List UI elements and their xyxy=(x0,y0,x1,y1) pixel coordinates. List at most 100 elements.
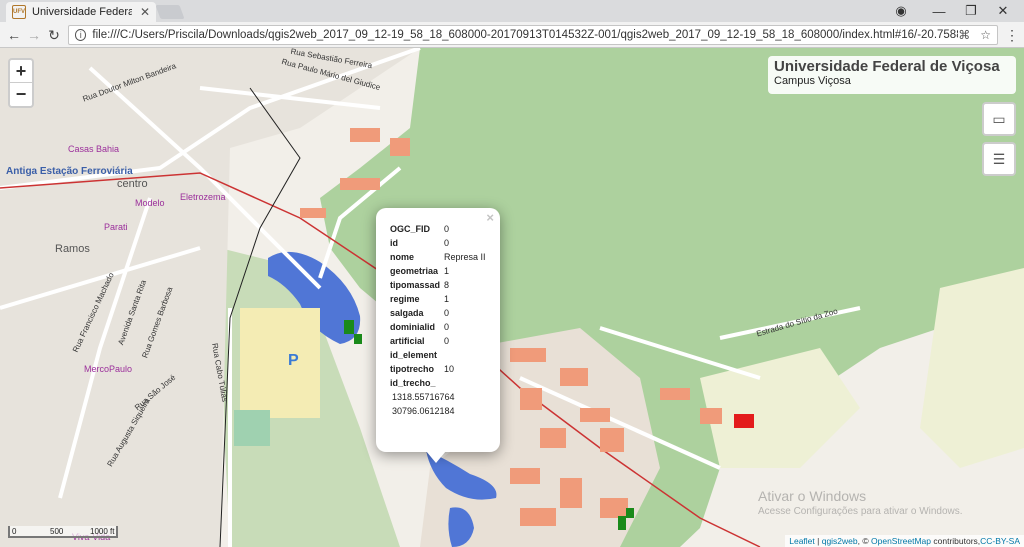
back-arrow-icon[interactable]: ← xyxy=(4,25,24,45)
attr-key: id xyxy=(390,238,398,248)
attr-value: 8 xyxy=(444,280,450,290)
account-icon[interactable]: ◉ xyxy=(886,0,916,22)
attr-key: geometriaa xyxy=(390,266,439,276)
parking-area xyxy=(240,308,320,418)
leaflet-link[interactable]: Leaflet xyxy=(789,536,815,546)
attribution-contributors: contributors, xyxy=(931,536,981,546)
table-row: id_element xyxy=(390,348,486,362)
table-row: salgada 0 xyxy=(390,306,486,320)
map-tiles xyxy=(0,48,1024,547)
label-centro: centro xyxy=(117,178,148,190)
attr-value: 1 xyxy=(444,266,450,276)
attr-key: tipomassad xyxy=(390,280,441,290)
attribution-copyright: , © xyxy=(857,536,871,546)
layers-icon[interactable]: ☰ xyxy=(982,142,1016,176)
license-link[interactable]: CC-BY-SA xyxy=(980,536,1020,546)
attr-key: nome xyxy=(390,252,415,262)
map-title-box: Universidade Federal de Viçosa Campus Vi… xyxy=(768,56,1016,94)
red-building xyxy=(734,414,754,428)
tab-title: Universidade Federal de Viçosa xyxy=(32,6,132,18)
table-row: id_trecho_ xyxy=(390,376,486,390)
label-eletrozema: Eletrozema xyxy=(180,192,226,202)
tennis-court xyxy=(234,410,270,446)
table-row: regime 1 xyxy=(390,292,486,306)
label-estacao: Antiga Estação Ferroviária xyxy=(6,166,133,177)
attr-key: regime xyxy=(390,294,420,304)
attr-value: 10 xyxy=(444,364,455,374)
attr-value: 0 xyxy=(444,238,450,248)
attr-key: artificial xyxy=(390,336,425,346)
attr-value xyxy=(442,376,486,390)
table-row: nome Represa II xyxy=(390,250,486,264)
table-row: tipotrecho 10 xyxy=(390,362,486,376)
watermark-line1: Ativar o Windows xyxy=(758,488,867,504)
label-modelo: Modelo xyxy=(135,198,165,208)
bookmark-star-icon[interactable]: ☆ xyxy=(980,28,991,42)
attr-key: id_trecho_ xyxy=(390,378,436,388)
attr-value: 0 xyxy=(444,224,450,234)
windows-activation-watermark: Ativar o Windows Acesse Configurações pa… xyxy=(758,488,963,517)
close-window-icon[interactable]: ✕ xyxy=(988,0,1018,22)
url-text: file:///C:/Users/Priscila/Downloads/qgis… xyxy=(92,29,959,41)
table-row: dominialid 0 xyxy=(390,320,486,334)
attr-value: 0 xyxy=(444,322,450,332)
scale-right: 1000 ft xyxy=(90,527,115,536)
table-row: OGC_FID 0 xyxy=(390,222,486,236)
attr-value: 0 xyxy=(444,336,450,346)
table-row: 30796.0612184 xyxy=(390,404,486,418)
attr-value: 0 xyxy=(444,308,450,318)
popup-tip xyxy=(426,451,446,463)
measure-ruler-icon[interactable]: ▭ xyxy=(982,102,1016,136)
scale-mid: 500 xyxy=(50,527,64,536)
info-icon[interactable]: i xyxy=(75,29,87,41)
menu-dots-icon[interactable]: ⋮ xyxy=(1002,25,1022,45)
zoom-out-button[interactable]: − xyxy=(10,83,32,106)
popup-close-button[interactable]: × xyxy=(486,210,494,225)
attr-value: 1 xyxy=(444,294,450,304)
label-parati: Parati xyxy=(104,222,128,232)
feature-popup: × OGC_FID 0 id 0 nome Represa II geometriaa… xyxy=(376,208,500,452)
ufv-favicon-icon: UFV xyxy=(12,5,26,19)
translate-icon[interactable]: ⌘ xyxy=(958,28,970,42)
restore-icon[interactable]: ❐ xyxy=(956,0,986,22)
attr-extra-value: 1318.55716764 xyxy=(392,392,455,402)
map-subtitle: Campus Viçosa xyxy=(774,75,851,87)
reload-icon[interactable]: ↻ xyxy=(44,25,64,45)
label-ramos: Ramos xyxy=(55,243,90,255)
address-bar[interactable]: i file:///C:/Users/Priscila/Downloads/qg… xyxy=(68,25,998,45)
scale-left: 0 xyxy=(12,527,17,536)
minimize-icon[interactable]: — xyxy=(924,0,954,22)
forward-arrow-icon[interactable]: → xyxy=(24,25,44,45)
zoom-in-button[interactable]: + xyxy=(10,60,32,83)
attr-key: OGC_FID xyxy=(390,224,431,234)
qgis2web-link[interactable]: qgis2web xyxy=(822,536,858,546)
zoom-control: + − xyxy=(8,58,34,108)
new-tab-button[interactable] xyxy=(155,5,185,19)
map-title: Universidade Federal de Viçosa xyxy=(774,58,1000,75)
table-row: 1318.55716764 xyxy=(390,390,486,404)
browser-toolbar: ← → ↻ i file:///C:/Users/Priscila/Downlo… xyxy=(0,22,1024,48)
scale-bar: 0 500 1000 ft xyxy=(8,526,118,538)
attr-key: tipotrecho xyxy=(390,364,434,374)
attr-extra-value: 30796.0612184 xyxy=(392,406,455,416)
attr-value xyxy=(442,348,486,362)
attr-key: dominialid xyxy=(390,322,435,332)
table-row: tipomassad 8 xyxy=(390,278,486,292)
table-row: artificial 0 xyxy=(390,334,486,348)
attr-value: Represa II xyxy=(444,252,486,262)
osm-link[interactable]: OpenStreetMap xyxy=(871,536,931,546)
attr-key: id_element xyxy=(390,350,438,360)
attr-key: salgada xyxy=(390,308,424,318)
popup-attribute-table: OGC_FID 0 id 0 nome Represa II geometriaa 1 … xyxy=(390,222,486,418)
browser-tab-bar: UFV Universidade Federal de Viçosa ✕ ◉ —… xyxy=(0,0,1024,22)
attribution-separator: | xyxy=(814,536,822,546)
browser-tab[interactable]: UFV Universidade Federal de Viçosa ✕ xyxy=(6,2,156,22)
table-row: id 0 xyxy=(390,236,486,250)
tab-close-icon[interactable]: ✕ xyxy=(140,5,150,19)
label-casas-bahia: Casas Bahia xyxy=(68,144,120,154)
table-row: geometriaa 1 xyxy=(390,264,486,278)
map-canvas[interactable]: centro Ramos Antiga Estação Ferroviária … xyxy=(0,48,1024,547)
watermark-line2: Acesse Configurações para ativar o Windo… xyxy=(758,506,963,517)
map-attribution: Leaflet | qgis2web, © OpenStreetMap cont… xyxy=(785,535,1024,547)
parking-icon: P xyxy=(288,352,299,369)
